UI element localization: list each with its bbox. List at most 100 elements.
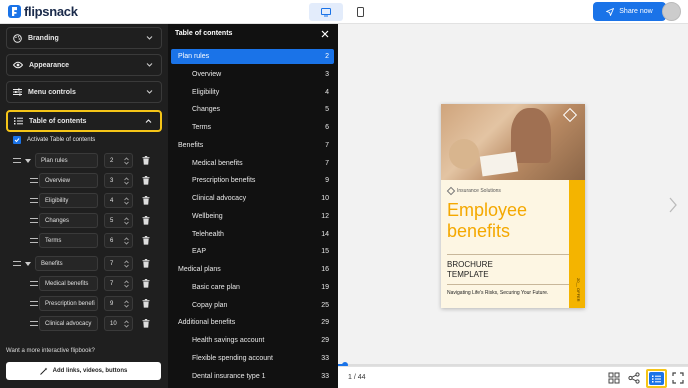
trash-icon[interactable]	[142, 196, 150, 205]
toc-item[interactable]: Medical plans 16	[171, 262, 334, 277]
stepper-icon[interactable]	[124, 197, 129, 205]
caret-down-icon[interactable]	[25, 261, 31, 266]
drag-handle-icon[interactable]	[13, 261, 21, 266]
toc-item[interactable]: Prescription benefits 9	[171, 173, 334, 188]
toc-title-input[interactable]: Medical benefits	[39, 276, 98, 291]
add-links-button[interactable]: Add links, videos, buttons	[6, 362, 161, 380]
toc-row[interactable]	[13, 153, 31, 168]
toc-row[interactable]	[30, 316, 38, 331]
trash-icon[interactable]	[142, 299, 150, 308]
section-menu-controls[interactable]: Menu controls	[6, 81, 162, 103]
desktop-view-button[interactable]	[309, 3, 343, 21]
drag-handle-icon[interactable]	[30, 218, 38, 223]
stepper-icon[interactable]	[124, 157, 129, 165]
drag-handle-icon[interactable]	[30, 301, 38, 306]
toc-page-value: 10	[110, 320, 117, 327]
toc-page-input[interactable]: 2	[104, 153, 133, 168]
toc-item[interactable]: Wellbeing 12	[171, 209, 334, 224]
toc-page-input[interactable]: 10	[104, 316, 133, 331]
toc-row[interactable]	[30, 213, 38, 228]
drag-handle-icon[interactable]	[30, 198, 38, 203]
activate-toc-checkbox[interactable]: Activate Table of contents	[13, 136, 95, 144]
stepper-icon[interactable]	[124, 280, 129, 288]
toc-item[interactable]: Benefits 7	[171, 138, 334, 153]
drag-handle-icon[interactable]	[13, 158, 21, 163]
toc-item[interactable]: Medical benefits 7	[171, 156, 334, 171]
toc-item[interactable]: Plan rules 2	[171, 49, 334, 64]
caret-down-icon[interactable]	[25, 158, 31, 163]
toc-page-input[interactable]: 7	[104, 276, 133, 291]
toc-item[interactable]: EAP 15	[171, 244, 334, 259]
toc-title-input[interactable]: Eligibility	[39, 193, 98, 208]
stepper-icon[interactable]	[124, 237, 129, 245]
cover-subtitle: BROCHURE TEMPLATE	[447, 260, 493, 280]
cover-page[interactable]: 20__ OFFER Insurance Solutions Employee …	[441, 104, 585, 308]
toc-item-page: 7	[325, 141, 329, 149]
toc-item[interactable]: Eligibility 4	[171, 85, 334, 100]
toc-item[interactable]: Health savings account 29	[171, 333, 334, 348]
trash-icon[interactable]	[142, 236, 150, 245]
toc-row[interactable]	[30, 233, 38, 248]
toc-row[interactable]	[30, 193, 38, 208]
trash-icon[interactable]	[142, 156, 150, 165]
toc-toggle-button[interactable]	[646, 369, 667, 388]
close-icon[interactable]	[321, 30, 329, 38]
stepper-icon[interactable]	[124, 300, 129, 308]
trash-icon[interactable]	[142, 216, 150, 225]
toc-title-input[interactable]: Plan rules	[35, 153, 98, 168]
stepper-icon[interactable]	[124, 177, 129, 185]
toc-title-input[interactable]: Prescription benefi	[39, 296, 98, 311]
section-appearance[interactable]: Appearance	[6, 54, 162, 76]
toc-title-input[interactable]: Overview	[39, 173, 98, 188]
toc-page-input[interactable]: 3	[104, 173, 133, 188]
mobile-view-button[interactable]	[343, 3, 377, 21]
trash-icon[interactable]	[142, 259, 150, 268]
toc-item[interactable]: Dental insurance type 1 33	[171, 369, 334, 384]
trash-icon[interactable]	[142, 319, 150, 328]
next-page-icon[interactable]	[668, 196, 678, 214]
section-branding[interactable]: Branding	[6, 27, 162, 49]
trash-icon[interactable]	[142, 176, 150, 185]
toc-item[interactable]: Clinical advocacy 10	[171, 191, 334, 206]
toc-item[interactable]: Changes 5	[171, 102, 334, 117]
drag-handle-icon[interactable]	[30, 178, 38, 183]
toc-row[interactable]	[30, 276, 38, 291]
toc-item[interactable]: Overview 3	[171, 67, 334, 82]
toc-item[interactable]: Terms 6	[171, 120, 334, 135]
toc-item[interactable]: Flexible spending account 33	[171, 351, 334, 366]
drag-handle-icon[interactable]	[30, 281, 38, 286]
section-table-of-contents[interactable]: Table of contents	[6, 110, 162, 132]
toc-item-page: 33	[321, 372, 329, 380]
toc-item[interactable]: Additional benefits 29	[171, 315, 334, 330]
toc-item[interactable]: Basic care plan 19	[171, 280, 334, 295]
stepper-icon[interactable]	[124, 320, 129, 328]
logo[interactable]: flipsnack	[8, 4, 78, 19]
chevron-down-icon	[146, 36, 153, 40]
stepper-icon[interactable]	[124, 217, 129, 225]
toc-title-input[interactable]: Terms	[39, 233, 98, 248]
avatar[interactable]	[662, 2, 681, 21]
drag-handle-icon[interactable]	[30, 238, 38, 243]
toc-row[interactable]	[13, 256, 31, 271]
share-now-button[interactable]: Share now	[593, 2, 666, 21]
toc-title-input[interactable]: Benefits	[35, 256, 98, 271]
toc-row[interactable]	[30, 296, 38, 311]
toc-row[interactable]	[30, 173, 38, 188]
fullscreen-icon[interactable]	[672, 372, 684, 384]
toc-page-input[interactable]: 4	[104, 193, 133, 208]
toc-page-input[interactable]: 7	[104, 256, 133, 271]
toc-item-label: Prescription benefits	[192, 177, 256, 185]
toc-page-input[interactable]: 6	[104, 233, 133, 248]
drag-handle-icon[interactable]	[30, 321, 38, 326]
share-icon[interactable]	[628, 372, 640, 384]
toc-page-input[interactable]: 9	[104, 296, 133, 311]
toc-title-input[interactable]: Changes	[39, 213, 98, 228]
toc-title-input[interactable]: Clinical advocacy	[39, 316, 98, 331]
chevron-down-icon	[146, 90, 153, 94]
grid-view-icon[interactable]	[608, 372, 620, 384]
trash-icon[interactable]	[142, 279, 150, 288]
toc-item[interactable]: Copay plan 25	[171, 298, 334, 313]
toc-item[interactable]: Telehealth 14	[171, 227, 334, 242]
toc-page-input[interactable]: 5	[104, 213, 133, 228]
stepper-icon[interactable]	[124, 260, 129, 268]
